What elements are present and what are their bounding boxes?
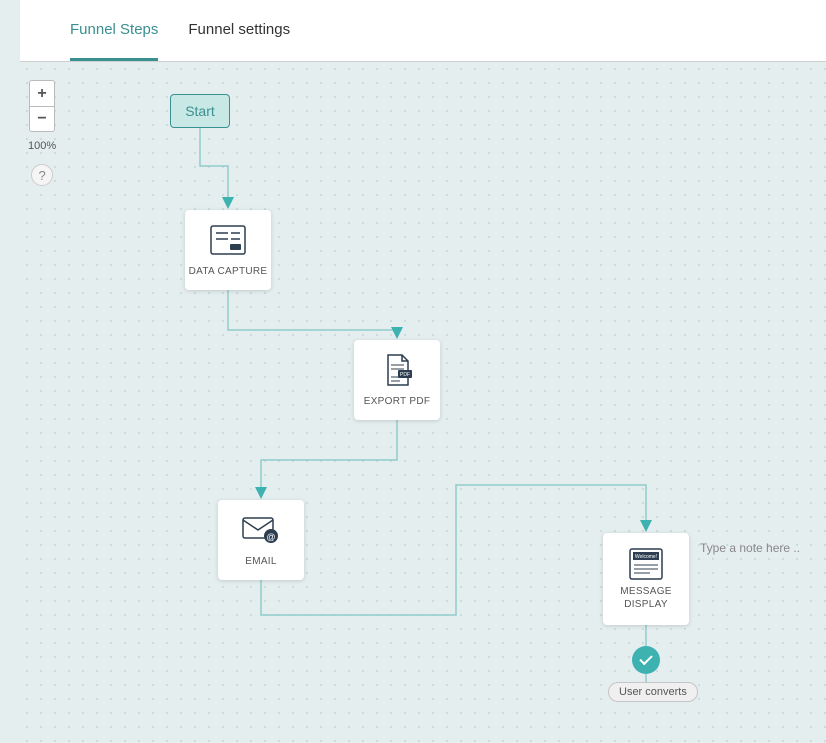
message-display-node[interactable]: Welcome! MESSAGE DISPLAY bbox=[603, 533, 689, 625]
start-node[interactable]: Start bbox=[170, 94, 230, 128]
zoom-in-button[interactable]: + bbox=[29, 80, 55, 106]
tab-funnel-steps[interactable]: Funnel Steps bbox=[70, 1, 158, 61]
zoom-out-button[interactable]: − bbox=[29, 106, 55, 132]
data-capture-node[interactable]: DATA CAPTURE bbox=[185, 210, 271, 290]
pdf-icon: PDF bbox=[377, 353, 417, 387]
tab-bar: Funnel Steps Funnel settings bbox=[20, 0, 826, 62]
svg-text:PDF: PDF bbox=[400, 372, 410, 378]
email-icon: @ bbox=[241, 513, 281, 547]
zoom-level: 100% bbox=[28, 140, 56, 152]
note-placeholder[interactable]: Type a note here .. bbox=[700, 541, 800, 555]
export-pdf-node[interactable]: PDF EXPORT PDF bbox=[354, 340, 440, 420]
zoom-controls: + − 100% ? bbox=[28, 80, 56, 186]
help-button[interactable]: ? bbox=[31, 164, 53, 186]
flow-canvas[interactable]: + − 100% ? Start bbox=[20, 62, 826, 743]
form-icon bbox=[208, 223, 248, 257]
start-label: Start bbox=[185, 103, 215, 119]
svg-text:Welcome!: Welcome! bbox=[635, 554, 657, 560]
tab-funnel-settings[interactable]: Funnel settings bbox=[188, 1, 290, 61]
email-label: EMAIL bbox=[245, 555, 277, 568]
message-display-label: MESSAGE DISPLAY bbox=[620, 585, 672, 611]
data-capture-label: DATA CAPTURE bbox=[189, 265, 268, 278]
email-node[interactable]: @ EMAIL bbox=[218, 500, 304, 580]
export-pdf-label: EXPORT PDF bbox=[364, 395, 431, 408]
user-converts-badge[interactable]: User converts bbox=[608, 682, 698, 702]
message-icon: Welcome! bbox=[626, 547, 666, 581]
check-icon bbox=[632, 646, 660, 674]
svg-text:@: @ bbox=[266, 532, 275, 542]
